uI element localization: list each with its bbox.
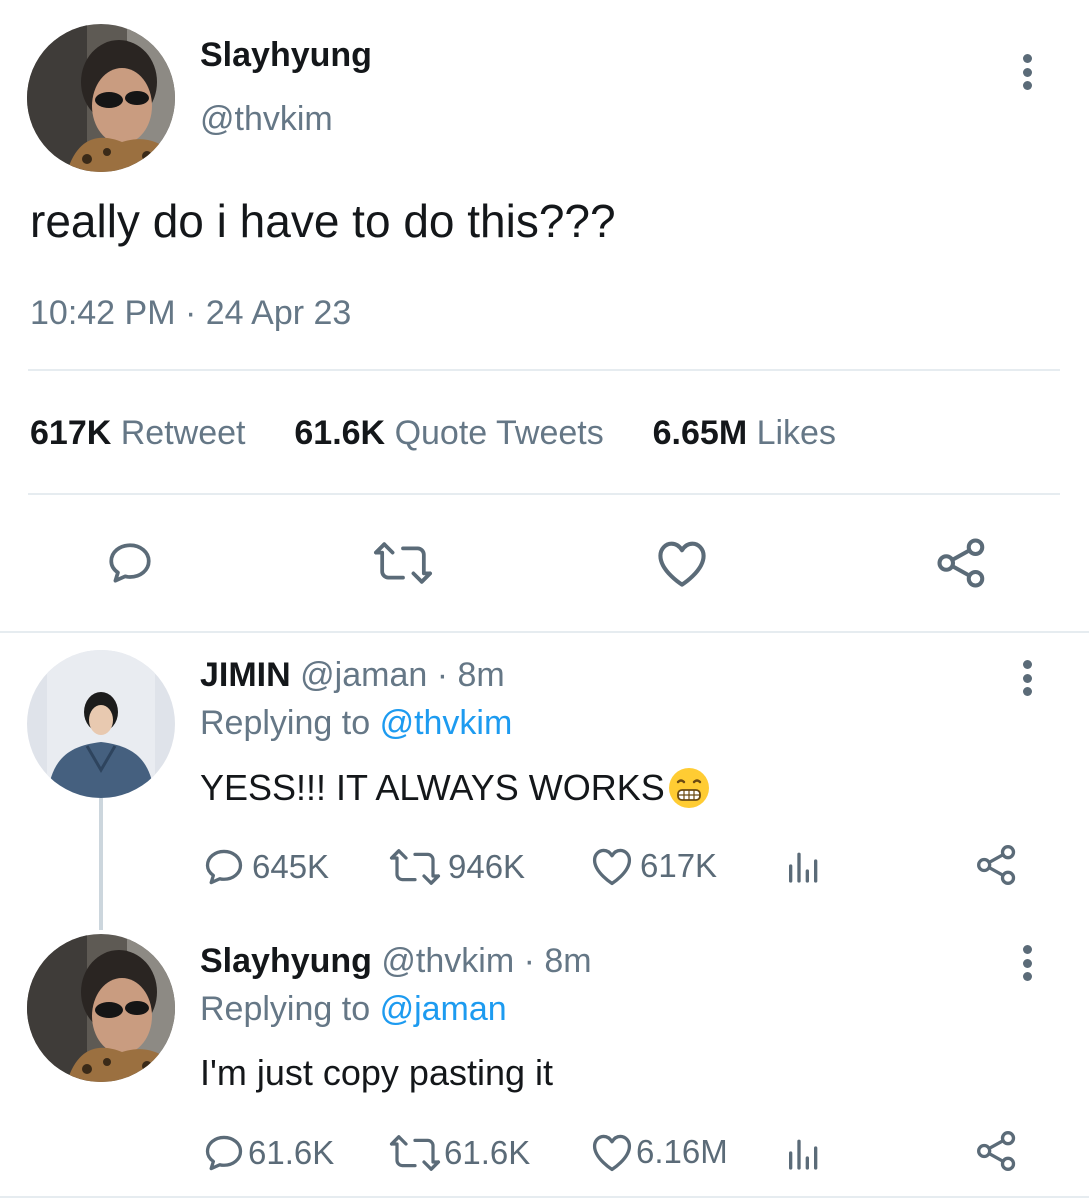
share-icon xyxy=(937,538,985,588)
more-icon[interactable] xyxy=(1017,941,1037,985)
retweet-button[interactable]: 946K xyxy=(388,845,525,889)
reply-handle[interactable]: @thvkim xyxy=(381,942,514,980)
reply-display-name[interactable]: JIMIN xyxy=(200,656,291,694)
author-handle[interactable]: @thvkim xyxy=(200,100,333,139)
tweet-stats: 617K Retweet 61.6K Quote Tweets 6.65M Li… xyxy=(30,414,836,453)
replying-to-line: Replying to @thvkim xyxy=(200,704,512,743)
retweet-button[interactable]: 61.6K xyxy=(388,1131,530,1175)
share-button[interactable] xyxy=(974,1129,1020,1178)
analytics-button[interactable] xyxy=(784,1133,824,1178)
tweet-timestamp[interactable]: 10:42 PM · 24 Apr 23 xyxy=(30,294,351,333)
tweet-date: 24 Apr 23 xyxy=(205,294,352,332)
more-icon[interactable] xyxy=(1017,656,1037,700)
tweet-text: really do i have to do this??? xyxy=(30,195,616,247)
replying-to-label: Replying to xyxy=(200,990,371,1028)
reply-text: YESS!!! IT ALWAYS WORKS xyxy=(200,767,665,808)
share-icon xyxy=(977,1131,1016,1171)
quotes-stat[interactable]: 61.6K Quote Tweets xyxy=(294,414,613,452)
reply-icon xyxy=(205,849,243,885)
analytics-button[interactable] xyxy=(784,846,824,891)
retweets-label: Retweet xyxy=(120,414,246,452)
replying-to-label: Replying to xyxy=(200,704,371,742)
retweet-icon xyxy=(389,849,441,885)
analytics-icon xyxy=(789,1139,818,1170)
retweet-button[interactable] xyxy=(370,538,436,593)
replying-to-line: Replying to @jaman xyxy=(200,990,507,1029)
reply-text-line: YESS!!! IT ALWAYS WORKS xyxy=(200,766,711,810)
like-count: 617K xyxy=(640,847,718,884)
like-icon xyxy=(658,541,706,587)
reply-button[interactable]: 61.6K xyxy=(202,1131,334,1175)
like-button[interactable]: 617K xyxy=(590,845,717,887)
timestamp-separator: · xyxy=(184,294,197,332)
like-button[interactable]: 6.16M xyxy=(590,1131,728,1173)
author-display-name[interactable]: Slayhyung xyxy=(200,36,372,75)
more-icon[interactable] xyxy=(1017,50,1037,94)
replying-to-link[interactable]: @jaman xyxy=(380,990,507,1028)
reply-count: 61.6K xyxy=(248,1134,335,1171)
avatar-slayhyung[interactable] xyxy=(27,934,175,1082)
like-count: 6.16M xyxy=(636,1133,728,1170)
retweets-stat[interactable]: 617K Retweet xyxy=(30,414,255,452)
divider xyxy=(28,493,1060,495)
avatar-slayhyung[interactable] xyxy=(27,24,175,172)
section-divider xyxy=(0,631,1089,633)
reply-count: 645K xyxy=(252,848,330,885)
reply-header: JIMIN @jaman · 8m xyxy=(200,656,505,695)
like-icon xyxy=(592,848,632,886)
share-button[interactable] xyxy=(934,536,990,595)
reply-icon xyxy=(109,543,151,583)
like-button[interactable] xyxy=(654,538,710,593)
retweet-icon xyxy=(374,542,432,584)
reply-button[interactable]: 645K xyxy=(202,845,329,889)
tweet-time: 10:42 PM xyxy=(30,294,176,332)
analytics-icon xyxy=(789,852,818,883)
retweet-count: 946K xyxy=(448,848,526,885)
quotes-count: 61.6K xyxy=(294,414,386,452)
thread-line xyxy=(99,796,103,930)
likes-stat[interactable]: 6.65M Likes xyxy=(653,414,836,452)
share-button[interactable] xyxy=(974,843,1020,892)
grinning-face-emoji xyxy=(668,768,709,808)
reply-display-name[interactable]: Slayhyung xyxy=(200,942,372,980)
likes-count: 6.65M xyxy=(652,414,748,452)
quotes-label: Quote Tweets xyxy=(394,414,604,452)
reply-text: I'm just copy pasting it xyxy=(200,1052,554,1093)
share-icon xyxy=(977,845,1016,885)
reply-icon xyxy=(205,1135,243,1171)
reply-button[interactable] xyxy=(104,538,156,593)
reply-header: Slayhyung @thvkim · 8m xyxy=(200,942,592,981)
divider xyxy=(28,369,1060,371)
retweet-icon xyxy=(389,1135,441,1171)
section-divider xyxy=(0,1196,1089,1198)
retweets-count: 617K xyxy=(30,414,112,452)
avatar-jimin[interactable] xyxy=(27,650,175,798)
reply-time[interactable]: · 8m xyxy=(524,942,592,980)
like-icon xyxy=(592,1134,632,1172)
replying-to-link[interactable]: @thvkim xyxy=(380,704,513,742)
reply-time[interactable]: · 8m xyxy=(437,656,505,694)
retweet-count: 61.6K xyxy=(444,1134,531,1171)
reply-handle[interactable]: @jaman xyxy=(300,656,427,694)
likes-label: Likes xyxy=(756,414,836,452)
